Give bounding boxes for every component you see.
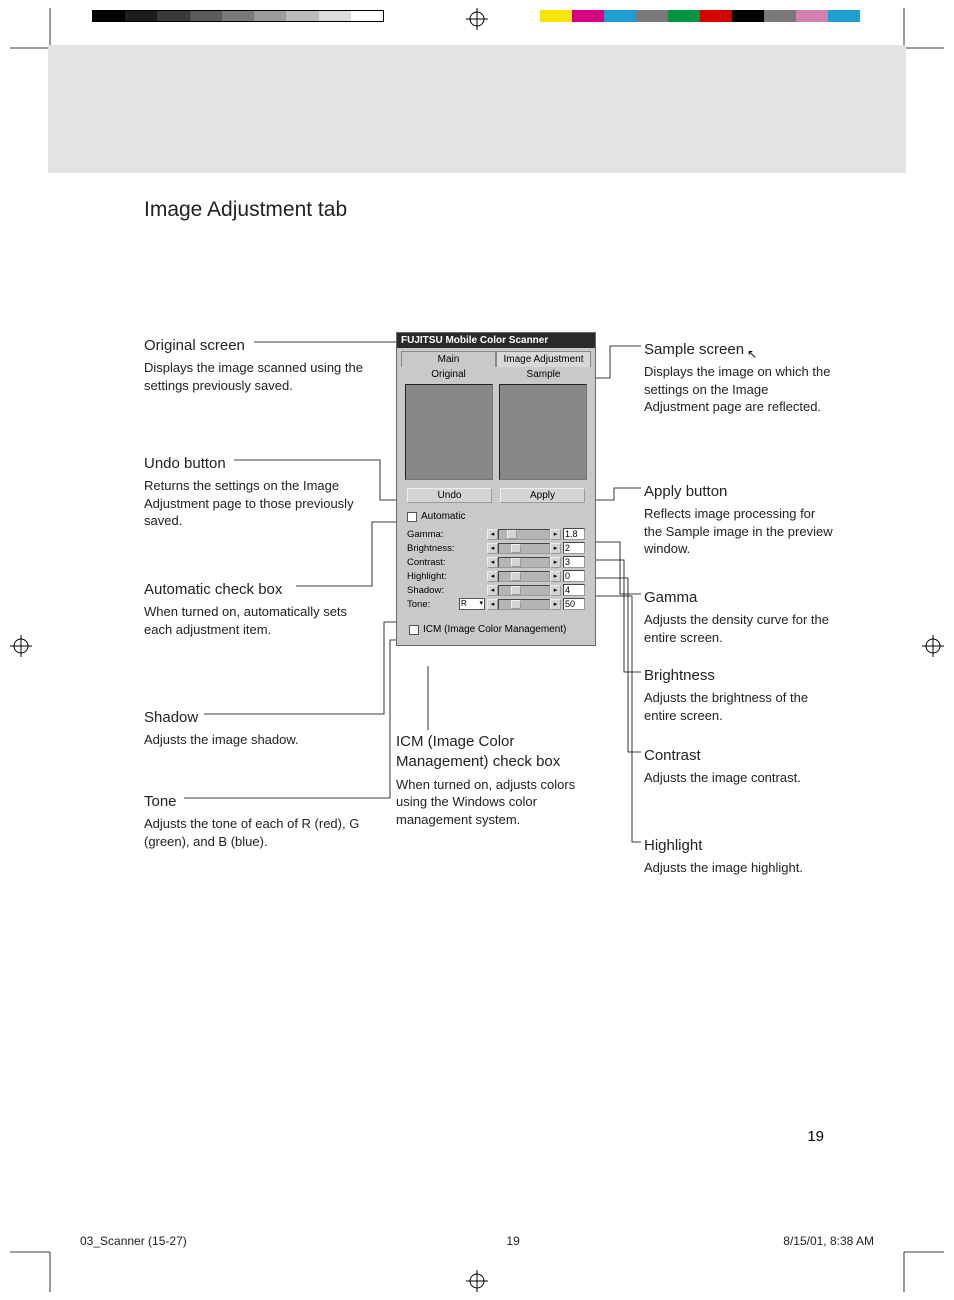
cursor-icon: ↖	[747, 347, 757, 361]
registration-mark-icon	[922, 635, 944, 657]
tab-main[interactable]: Main	[401, 351, 496, 367]
shadow-slider[interactable]: ◂▸	[487, 585, 561, 596]
dialog-titlebar: FUJITSU Mobile Color Scanner	[397, 333, 595, 348]
row-contrast: Contrast: ◂▸ 3	[407, 556, 585, 568]
page-title: Image Adjustment tab	[144, 198, 834, 222]
gamma-slider[interactable]: ◂▸	[487, 529, 561, 540]
row-gamma: Gamma: ◂▸ 1.8	[407, 528, 585, 540]
label-sample: Sample	[498, 369, 589, 380]
registration-mark-icon	[10, 635, 32, 657]
tone-value[interactable]: 50	[563, 598, 585, 610]
footer: 03_Scanner (15-27) 19 8/15/01, 8:38 AM	[80, 1234, 874, 1248]
icm-checkbox[interactable]	[409, 625, 419, 635]
contrast-value[interactable]: 3	[563, 556, 585, 568]
highlight-slider[interactable]: ◂▸	[487, 571, 561, 582]
diagram: Original screen Displays the image scann…	[144, 332, 834, 952]
page-number: 19	[807, 1128, 824, 1145]
highlight-value[interactable]: 0	[563, 570, 585, 582]
arrow-left-icon[interactable]: ◂	[487, 529, 498, 540]
brightness-value[interactable]: 2	[563, 542, 585, 554]
row-brightness: Brightness: ◂▸ 2	[407, 542, 585, 554]
undo-button[interactable]: Undo	[407, 488, 492, 503]
tone-channel-select[interactable]: R	[459, 598, 485, 610]
header-band	[48, 45, 906, 173]
preview-original	[405, 384, 493, 480]
icm-label: ICM (Image Color Management)	[423, 624, 566, 635]
shadow-value[interactable]: 4	[563, 584, 585, 596]
grayscale-colorbar	[92, 10, 384, 22]
automatic-label: Automatic	[421, 511, 465, 522]
arrow-right-icon[interactable]: ▸	[550, 529, 561, 540]
footer-file: 03_Scanner (15-27)	[80, 1234, 393, 1248]
registration-mark-icon	[466, 8, 488, 30]
tone-slider[interactable]: ◂▸	[487, 599, 561, 610]
scanner-dialog: FUJITSU Mobile Color Scanner ↖ Main Imag…	[396, 332, 596, 646]
row-tone: Tone: R ◂▸ 50	[407, 598, 585, 610]
apply-button[interactable]: Apply	[500, 488, 585, 503]
row-highlight: Highlight: ◂▸ 0	[407, 570, 585, 582]
row-shadow: Shadow: ◂▸ 4	[407, 584, 585, 596]
label-original: Original	[403, 369, 494, 380]
automatic-checkbox[interactable]	[407, 512, 417, 522]
registration-mark-icon	[466, 1270, 488, 1292]
footer-page: 19	[393, 1234, 634, 1248]
contrast-slider[interactable]: ◂▸	[487, 557, 561, 568]
gamma-value[interactable]: 1.8	[563, 528, 585, 540]
color-colorbar	[540, 10, 860, 22]
footer-timestamp: 8/15/01, 8:38 AM	[633, 1234, 874, 1248]
tab-image-adjustment[interactable]: Image Adjustment	[496, 351, 591, 367]
preview-sample	[499, 384, 587, 480]
brightness-slider[interactable]: ◂▸	[487, 543, 561, 554]
